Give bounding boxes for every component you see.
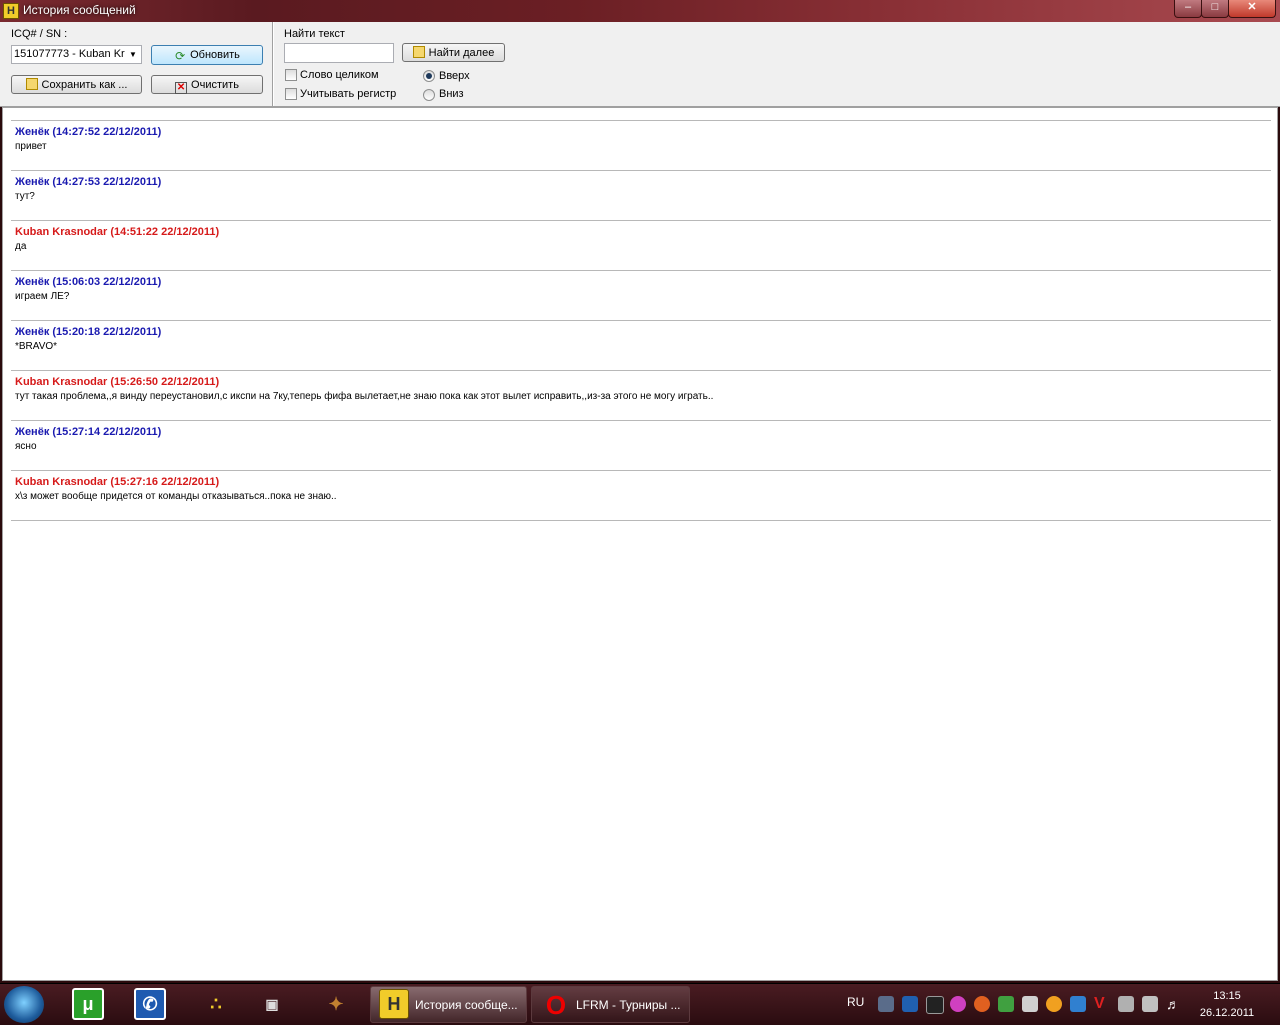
message-header: Женёк (14:27:53 22/12/2011) xyxy=(15,176,162,188)
clear-icon: ✕ xyxy=(175,82,188,94)
message-text: *BRAVO* xyxy=(15,341,58,352)
close-button[interactable]: ✕ xyxy=(1228,0,1276,18)
message-item: Женёк (15:06:03 22/12/2011) играем ЛЕ? xyxy=(11,271,1271,321)
tray-app-icon[interactable] xyxy=(902,996,918,1012)
game-app-icon[interactable]: ✦ xyxy=(320,988,352,1020)
message-header: Kuban Krasnodar (14:51:22 22/12/2011) xyxy=(15,226,220,238)
volume-icon[interactable]: ♬ xyxy=(1166,996,1182,1012)
message-item: Женёк (14:27:53 22/12/2011) тут? xyxy=(11,171,1271,221)
start-button[interactable] xyxy=(4,986,44,1023)
title-bar: H История сообщений – □ ✕ xyxy=(0,0,1280,22)
task-browser-window[interactable]: O LFRM - Турниры ... xyxy=(531,986,690,1023)
contact-select[interactable]: 151077773 - Kuban Kra ▼ xyxy=(11,45,142,64)
tray-app-icon[interactable] xyxy=(950,996,966,1012)
find-next-button[interactable]: Найти далее xyxy=(402,43,505,62)
message-text: тут? xyxy=(15,191,35,202)
find-next-button-label: Найти далее xyxy=(428,47,495,59)
save-icon xyxy=(25,78,38,90)
message-item: Kuban Krasnodar (14:51:22 22/12/2011) да xyxy=(11,221,1271,271)
network-icon[interactable] xyxy=(878,996,894,1012)
save-as-button[interactable]: Сохранить как ... xyxy=(11,75,142,94)
message-item: Kuban Krasnodar (15:26:50 22/12/2011) тут… xyxy=(11,371,1271,421)
opera-icon: O xyxy=(545,990,567,1020)
refresh-button-label: Обновить xyxy=(190,49,240,61)
minimize-button[interactable]: – xyxy=(1174,0,1202,18)
message-text: да xyxy=(15,241,27,252)
divider xyxy=(11,520,1271,521)
icq-label: ICQ# / SN : xyxy=(11,28,68,40)
message-header: Женёк (15:20:18 22/12/2011) xyxy=(15,326,162,338)
message-item: Женёк (15:27:14 22/12/2011) ясно xyxy=(11,421,1271,471)
whole-word-checkbox[interactable] xyxy=(285,69,297,81)
task-label: История сообще... xyxy=(415,998,518,1012)
direction-down-label: Вниз xyxy=(439,88,464,100)
tray-app-icon[interactable] xyxy=(998,996,1014,1012)
maximize-button[interactable]: □ xyxy=(1201,0,1229,18)
tray-app-icon[interactable] xyxy=(1046,996,1062,1012)
network-status-icon[interactable] xyxy=(1142,996,1158,1012)
tray-app-icon[interactable] xyxy=(974,996,990,1012)
refresh-icon: ⟳ xyxy=(175,49,186,63)
message-text: играем ЛЕ? xyxy=(15,291,70,302)
message-item: Женёк (15:20:18 22/12/2011) *BRAVO* xyxy=(11,321,1271,371)
message-header: Женёк (15:27:14 22/12/2011) xyxy=(15,426,162,438)
panel-separator xyxy=(272,22,273,106)
save-as-button-label: Сохранить как ... xyxy=(41,79,128,91)
clock-time[interactable]: 13:15 xyxy=(1192,990,1262,1002)
antivirus-icon[interactable]: V xyxy=(1094,996,1110,1012)
match-case-checkbox[interactable] xyxy=(285,88,297,100)
phone-app-icon[interactable]: ✆ xyxy=(134,988,166,1020)
chat-app-icon[interactable]: ∴ xyxy=(200,988,232,1020)
whole-word-label: Слово целиком xyxy=(300,69,379,81)
message-text: привет xyxy=(15,141,47,152)
message-header: Женёк (14:27:52 22/12/2011) xyxy=(15,126,162,138)
tray-app-icon[interactable] xyxy=(1070,996,1086,1012)
toolbar-panel: ICQ# / SN : 151077773 - Kuban Kra ▼ ⟳ Обн… xyxy=(0,22,1280,107)
language-indicator[interactable]: RU xyxy=(847,995,864,1009)
contact-select-value: 151077773 - Kuban Kra xyxy=(14,48,131,60)
utorrent-icon[interactable]: μ xyxy=(72,988,104,1020)
message-header: Kuban Krasnodar (15:26:50 22/12/2011) xyxy=(15,376,220,388)
chevron-down-icon[interactable]: ▼ xyxy=(125,46,141,63)
action-center-icon[interactable] xyxy=(1118,996,1134,1012)
message-text: ясно xyxy=(15,441,37,452)
match-case-label: Учитывать регистр xyxy=(300,88,397,100)
history-app-icon: H xyxy=(379,989,409,1019)
message-text: тут такая проблема,,я винду переустанови… xyxy=(15,391,714,402)
monitor-app-icon[interactable]: ▣ xyxy=(256,988,288,1020)
message-item: Kuban Krasnodar (15:27:16 22/12/2011) х\з… xyxy=(11,471,1271,521)
task-history-window[interactable]: H История сообще... xyxy=(370,986,527,1023)
direction-down-radio[interactable] xyxy=(423,89,435,101)
tray-app-icon[interactable] xyxy=(1022,996,1038,1012)
message-item: Женёк (14:27:52 22/12/2011) привет xyxy=(11,121,1271,171)
find-icon xyxy=(412,46,425,58)
find-text-input[interactable] xyxy=(284,43,394,63)
clear-button[interactable]: ✕ Очистить xyxy=(151,75,263,94)
direction-up-label: Вверх xyxy=(439,70,470,82)
direction-up-radio[interactable] xyxy=(423,70,435,82)
taskbar: μ ✆ ∴ ▣ ✦ H История сообще... O LFRM - Т… xyxy=(0,983,1280,1025)
qip-icon[interactable] xyxy=(926,996,944,1014)
refresh-button[interactable]: ⟳ Обновить xyxy=(151,45,263,65)
clear-button-label: Очистить xyxy=(191,79,239,91)
find-text-label: Найти текст xyxy=(284,28,345,40)
system-tray: RU V ♬ 13:15 26.12.2011 xyxy=(840,984,1280,1025)
message-header: Kuban Krasnodar (15:27:16 22/12/2011) xyxy=(15,476,220,488)
clock-date[interactable]: 26.12.2011 xyxy=(1192,1007,1262,1019)
task-label: LFRM - Турниры ... xyxy=(576,998,681,1012)
message-history[interactable]: Женёк (14:27:52 22/12/2011) привет Женёк (… xyxy=(2,107,1278,981)
message-header: Женёк (15:06:03 22/12/2011) xyxy=(15,276,162,288)
app-icon: H xyxy=(3,3,19,19)
message-text: х\з может вообще придется от команды отк… xyxy=(15,491,337,502)
window-title: История сообщений xyxy=(23,3,136,17)
